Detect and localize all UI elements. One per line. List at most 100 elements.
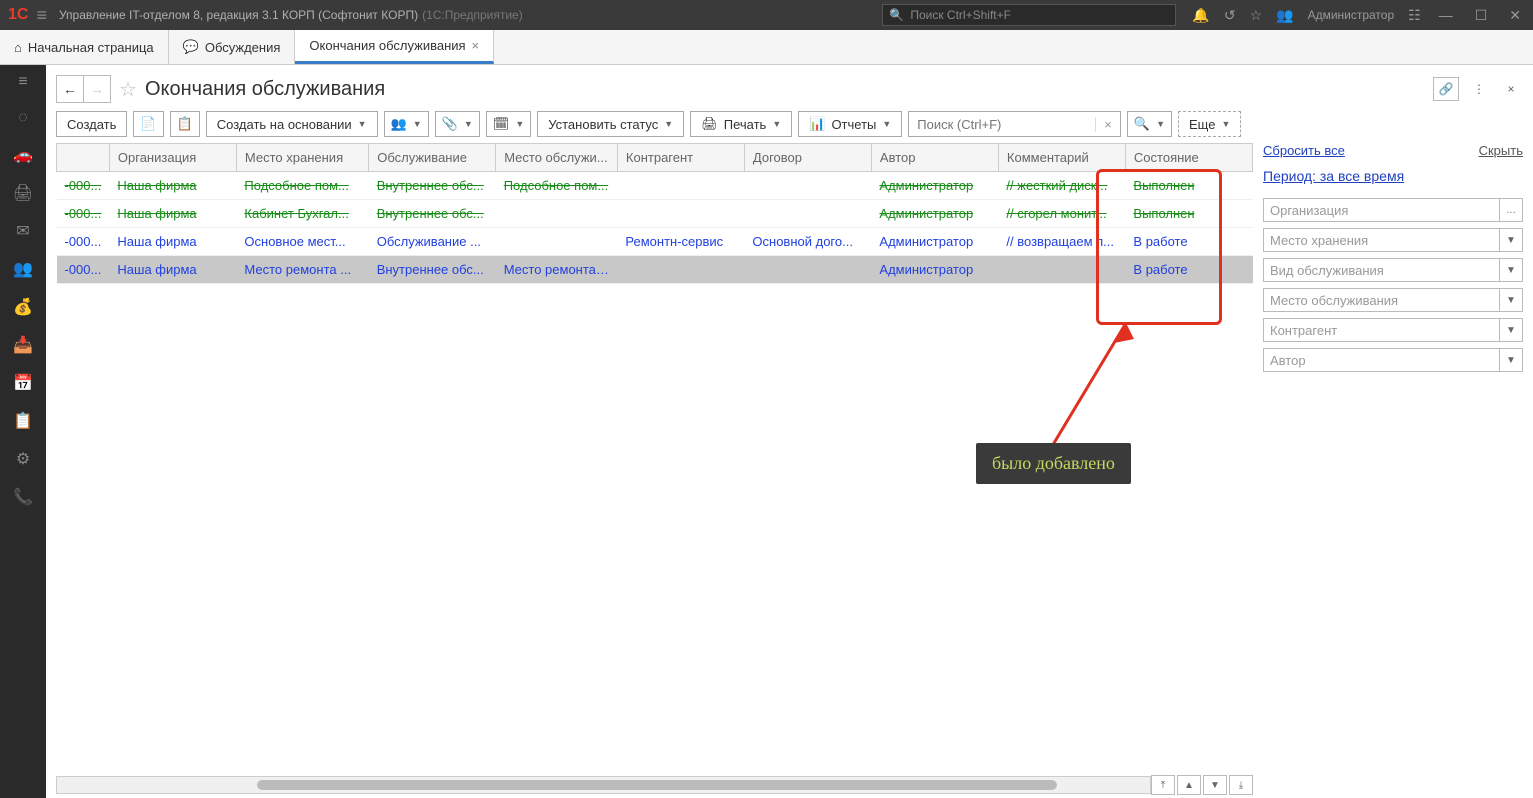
- sidebar-dashboard-icon[interactable]: ◌: [18, 109, 28, 127]
- filter-author[interactable]: Автор: [1263, 348, 1500, 372]
- tab-current-label: Окончания обслуживания: [309, 38, 465, 53]
- sidebar-inbox-icon[interactable]: 📥: [13, 335, 33, 355]
- filter-contr[interactable]: Контрагент: [1263, 318, 1500, 342]
- cell-servplace: Подсобное пом...: [496, 172, 618, 200]
- filter-servtype-dd[interactable]: ▼: [1500, 258, 1523, 282]
- nav-back-button[interactable]: ←: [56, 75, 83, 103]
- close-tab-icon[interactable]: ×: [472, 38, 480, 53]
- filter-store-dd[interactable]: ▼: [1500, 228, 1523, 252]
- sidebar-print-icon[interactable]: 🖨: [13, 183, 33, 203]
- filter-contr-dd[interactable]: ▼: [1500, 318, 1523, 342]
- star-icon[interactable]: ☆: [1250, 7, 1263, 24]
- nav-forward-button[interactable]: →: [83, 75, 111, 103]
- filter-servplace-dd[interactable]: ▼: [1500, 288, 1523, 312]
- scroll-top-button[interactable]: ⤒: [1151, 775, 1175, 795]
- filter-org-more[interactable]: …: [1500, 198, 1523, 222]
- close-window-button[interactable]: ✕: [1505, 7, 1525, 24]
- tabbar: ⌂ Начальная страница 💬 Обсуждения Оконча…: [0, 30, 1533, 65]
- column-header[interactable]: Обслуживание: [369, 144, 496, 172]
- cell-contr: Ремонтн-сервис: [617, 228, 744, 256]
- column-header[interactable]: Автор: [871, 144, 998, 172]
- column-header[interactable]: Место хранения: [236, 144, 368, 172]
- column-header[interactable]: Договор: [744, 144, 871, 172]
- scroll-down-button[interactable]: ▼: [1203, 775, 1227, 795]
- favorite-toggle[interactable]: ☆: [119, 77, 137, 102]
- kebab-icon[interactable]: ⋮: [1467, 78, 1491, 100]
- create-based-button[interactable]: Создать на основании▼: [206, 111, 378, 137]
- app-subtitle: (1С:Предприятие): [422, 8, 523, 22]
- sidebar-phone-icon[interactable]: 📞: [13, 487, 33, 507]
- filter-servplace[interactable]: Место обслуживания: [1263, 288, 1500, 312]
- app-title: Управление IT-отделом 8, редакция 3.1 КО…: [59, 8, 418, 22]
- column-header[interactable]: Комментарий: [998, 144, 1125, 172]
- list-button[interactable]: 📋: [170, 111, 200, 137]
- column-header[interactable]: Состояние: [1125, 144, 1252, 172]
- horizontal-scrollbar[interactable]: [56, 776, 1151, 794]
- tab-home[interactable]: ⌂ Начальная страница: [0, 30, 169, 64]
- column-header[interactable]: Контрагент: [617, 144, 744, 172]
- set-status-button[interactable]: Установить статус▼: [537, 111, 684, 137]
- period-link[interactable]: Период: за все время: [1263, 168, 1523, 184]
- minimize-button[interactable]: —: [1435, 7, 1457, 23]
- date-button[interactable]: 🗓▼: [486, 111, 531, 137]
- history-icon[interactable]: ↺: [1224, 7, 1236, 24]
- link-icon[interactable]: 🔗: [1433, 77, 1459, 101]
- sidebar-gear-icon[interactable]: ⚙: [16, 449, 30, 469]
- data-table[interactable]: ОрганизацияМесто храненияОбслуживаниеМес…: [56, 143, 1253, 284]
- user-label[interactable]: Администратор: [1308, 8, 1395, 22]
- table-row[interactable]: -000...Наша фирмаПодсобное пом...Внутрен…: [57, 172, 1253, 200]
- filter-org[interactable]: Организация: [1263, 198, 1500, 222]
- cell-org: Наша фирма: [109, 256, 236, 284]
- copy-button[interactable]: 📄: [133, 111, 163, 137]
- cell-author: Администратор: [871, 228, 998, 256]
- report-icon: 📊: [809, 116, 825, 132]
- create-button[interactable]: Создать: [56, 111, 127, 137]
- column-header[interactable]: [57, 144, 110, 172]
- sidebar-car-icon[interactable]: 🚗: [13, 145, 33, 165]
- more-button[interactable]: Еще▼: [1178, 111, 1241, 137]
- column-header[interactable]: Организация: [109, 144, 236, 172]
- filter-author-dd[interactable]: ▼: [1500, 348, 1523, 372]
- scroll-bottom-button[interactable]: ⤓: [1229, 775, 1253, 795]
- filter-store[interactable]: Место хранения: [1263, 228, 1500, 252]
- table-row[interactable]: -000...Наша фирмаОсновное мест...Обслужи…: [57, 228, 1253, 256]
- maximize-button[interactable]: ☐: [1471, 7, 1492, 24]
- find-button[interactable]: 🔍▼: [1127, 111, 1172, 137]
- table-search-input[interactable]: [909, 117, 1095, 132]
- sidebar-mail-icon[interactable]: ✉: [16, 221, 29, 241]
- table-row[interactable]: -000...Наша фирмаМесто ремонта ...Внутре…: [57, 256, 1253, 284]
- table-row[interactable]: -000...Наша фирмаКабинет Бухгал...Внутре…: [57, 200, 1253, 228]
- settings-icon[interactable]: ☷: [1408, 7, 1421, 24]
- toolbar: Создать 📄 📋 Создать на основании▼ 👥▼ 📎▼ …: [56, 111, 1523, 137]
- tab-current[interactable]: Окончания обслуживания ×: [295, 30, 494, 64]
- main-menu-icon[interactable]: ≡: [36, 5, 47, 26]
- print-button[interactable]: 🖨Печать▼: [690, 111, 792, 137]
- hide-filters-link[interactable]: Скрыть: [1479, 143, 1523, 158]
- reset-filters-link[interactable]: Сбросить все: [1263, 143, 1345, 158]
- cell-org: Наша фирма: [109, 172, 236, 200]
- cell-contr: [617, 200, 744, 228]
- cell-contr: [617, 256, 744, 284]
- clipboard-button[interactable]: 📎▼: [435, 111, 480, 137]
- reports-button[interactable]: 📊Отчеты▼: [798, 111, 902, 137]
- close-page-icon[interactable]: ×: [1499, 78, 1523, 100]
- tab-discussions-label: Обсуждения: [205, 40, 281, 55]
- table-search[interactable]: ×: [908, 111, 1121, 137]
- cell-org: Наша фирма: [109, 200, 236, 228]
- global-search[interactable]: 🔍 Поиск Ctrl+Shift+F: [882, 4, 1176, 26]
- sidebar-users-icon[interactable]: 👥: [13, 259, 33, 279]
- filter-servtype[interactable]: Вид обслуживания: [1263, 258, 1500, 282]
- cell-author: Администратор: [871, 172, 998, 200]
- users-icon[interactable]: 👥: [1276, 7, 1293, 24]
- scroll-up-button[interactable]: ▲: [1177, 775, 1201, 795]
- printer-icon: 🖨: [701, 116, 718, 132]
- people-button[interactable]: 👥▼: [384, 111, 429, 137]
- sidebar-calendar-icon[interactable]: 📅: [13, 373, 33, 393]
- sidebar-money-icon[interactable]: 💰: [13, 297, 33, 317]
- tab-discussions[interactable]: 💬 Обсуждения: [169, 30, 296, 64]
- sidebar-copy-icon[interactable]: 📋: [13, 411, 33, 431]
- sidebar-menu-icon[interactable]: ≡: [18, 73, 27, 91]
- bell-icon[interactable]: 🔔: [1192, 7, 1209, 24]
- clear-search-icon[interactable]: ×: [1095, 117, 1120, 132]
- column-header[interactable]: Место обслужи...: [496, 144, 618, 172]
